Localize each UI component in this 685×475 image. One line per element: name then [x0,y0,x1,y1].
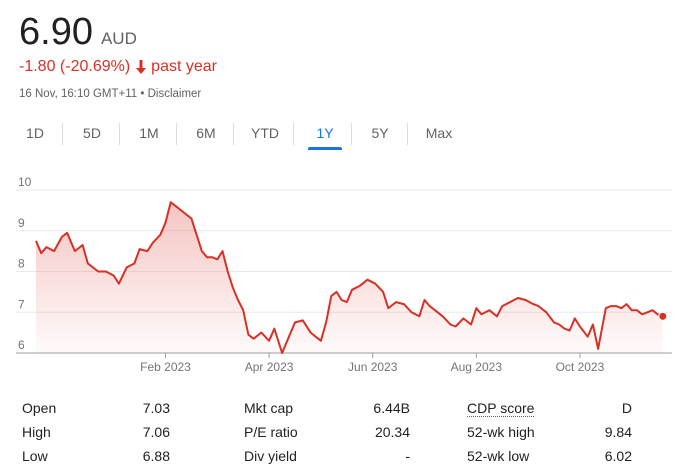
x-tick-label: Apr 2023 [245,360,294,374]
disclaimer-link[interactable]: Disclaimer [148,88,202,100]
y-axis: 10 9 8 7 6 [18,175,32,352]
stat-open-value: 7.03 [142,400,170,416]
stat-52wklow-label: 52-wk low [467,448,530,464]
stat-low-label: Low [22,448,48,464]
change-period: past year [151,58,217,75]
tab-divider [351,123,352,145]
stat-high-value: 7.06 [142,424,170,440]
stat-cdp-value: D [621,400,632,416]
change-value: -1.80 (-20.69%) [19,58,131,75]
last-price-marker [658,311,668,321]
stat-low-value: 6.88 [142,448,170,464]
tab-divider [293,123,294,145]
stat-52wklow-value: 6.02 [604,448,632,464]
y-tick-label: 6 [18,338,25,352]
stat-mktcap-label: Mkt cap [244,400,294,416]
stat-52wkhigh-value: 9.84 [604,424,632,440]
stat-pe-value: 20.34 [374,424,410,440]
currency-label: AUD [100,29,137,48]
x-tick-label: Jun 2023 [348,360,398,374]
timestamp: 16 Nov, 16:10 GMT+11 [19,88,138,100]
stat-cdp-label[interactable]: CDP score [467,400,535,417]
y-tick-label: 9 [18,216,25,230]
stat-high-label: High [22,424,51,440]
tab-1m[interactable]: 1M [133,120,165,150]
tab-divider [62,123,63,145]
tab-5y[interactable]: 5Y [364,120,396,150]
x-tick-label: Feb 2023 [140,360,191,374]
stat-divyield-value: - [405,448,410,464]
x-tick-label: Oct 2023 [556,360,605,374]
stat-divyield-label: Div yield [244,448,297,464]
price-chart[interactable]: 10 9 8 7 6 Feb 2023 Apr 2023 Jun 2023 Aug 2023 O… [0,170,685,385]
stat-open-label: Open [22,400,57,416]
tab-divider [233,123,234,145]
arrow-down-icon [136,60,147,74]
quote-meta: 16 Nov, 16:10 GMT+11 • Disclaimer [19,88,201,100]
tab-max[interactable]: Max [421,120,457,150]
tab-1d[interactable]: 1D [19,120,51,150]
tab-5d[interactable]: 5D [76,120,108,150]
x-axis: Feb 2023 Apr 2023 Jun 2023 Aug 2023 Oct 2023 [140,353,605,374]
x-tick-label: Aug 2023 [451,360,503,374]
stat-mktcap-value: 6.44B [373,400,410,416]
tab-divider [407,123,408,145]
tab-1y[interactable]: 1Y [308,120,342,150]
y-tick-label: 7 [18,297,25,311]
stat-52wkhigh-label: 52-wk high [467,424,535,440]
tab-divider [176,123,177,145]
tab-divider [119,123,120,145]
range-tabs: 1D 5D 1M 6M YTD 1Y 5Y Max [0,120,685,150]
y-tick-label: 8 [18,257,25,271]
current-price: 6.90 [19,11,93,53]
tab-ytd[interactable]: YTD [247,120,283,150]
meta-separator: • [140,88,145,100]
price-header: 6.90 AUD [19,10,137,54]
tab-6m[interactable]: 6M [190,120,222,150]
y-tick-label: 10 [18,175,32,189]
price-change: -1.80 (-20.69%) past year [19,58,217,76]
stat-pe-label: P/E ratio [244,424,298,440]
